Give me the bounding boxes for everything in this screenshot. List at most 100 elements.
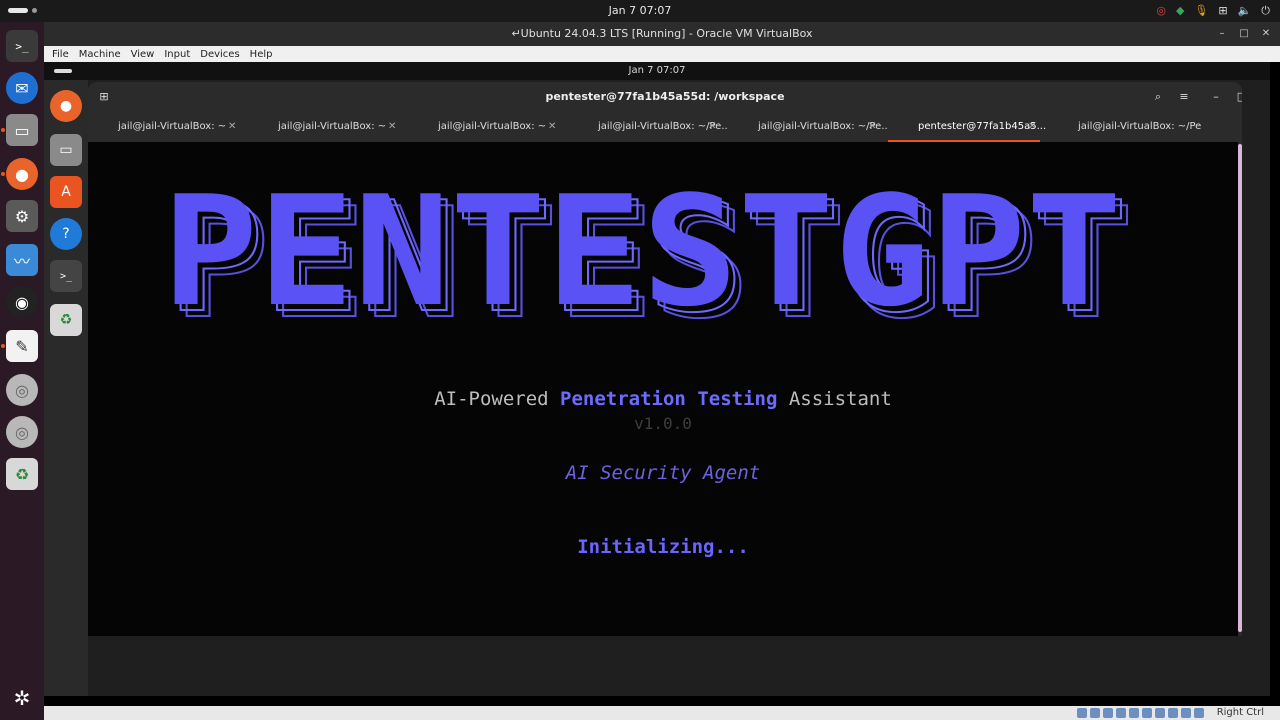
menu-devices[interactable]: Devices xyxy=(200,49,239,60)
terminal-icon[interactable]: >_ xyxy=(6,30,38,62)
files-icon[interactable]: ▭ xyxy=(50,134,82,166)
ubuntu-logo-icon[interactable]: ✲ xyxy=(6,682,38,714)
shared-folder-icon[interactable] xyxy=(1142,708,1152,718)
terminal-icon[interactable]: >_ xyxy=(50,260,82,292)
power-icon[interactable]: ⏻ xyxy=(1261,3,1270,19)
search-icon[interactable]: ⌕ xyxy=(1148,88,1168,106)
network-icon[interactable] xyxy=(1116,708,1126,718)
volume-icon[interactable]: 🔈 xyxy=(1238,3,1252,19)
disc-icon[interactable]: ◎ xyxy=(6,374,38,406)
hdd-icon[interactable] xyxy=(1077,708,1087,718)
terminal-tab[interactable]: jail@jail-VirtualBox: ~ ✕ xyxy=(88,112,248,142)
device-status-icons xyxy=(1077,708,1204,718)
firefox-icon[interactable]: ● xyxy=(50,90,82,122)
minimize-icon[interactable]: – xyxy=(1206,88,1226,106)
display-icon[interactable] xyxy=(1155,708,1165,718)
tagline-highlight-testing: Testing xyxy=(697,388,778,410)
close-tab-icon[interactable]: ✕ xyxy=(388,112,396,142)
terminal-tab[interactable]: jail@jail-VirtualBox: ~/Pe... xyxy=(1048,112,1202,142)
cpu-icon[interactable] xyxy=(1181,708,1191,718)
tab-label: jail@jail-VirtualBox: ~/Pe... xyxy=(1078,121,1202,132)
files-icon[interactable]: ▭ xyxy=(6,114,38,146)
host-top-bar: Jan 7 07:07 ◎ ◆ 🎙 ⊞ 🔈 ⏻ xyxy=(0,0,1280,22)
text-editor-icon[interactable]: ✎ xyxy=(6,330,38,362)
optical-drive-icon[interactable] xyxy=(1090,708,1100,718)
running-indicator xyxy=(1,344,5,348)
guest-display[interactable]: Jan 7 07:07 ● ▭ A ? >_ ♻ ⊞ pentester@77f… xyxy=(44,62,1270,696)
menu-input[interactable]: Input xyxy=(164,49,190,60)
status-text: Initializing... xyxy=(577,536,749,558)
menu-machine[interactable]: Machine xyxy=(79,49,121,60)
menu-view[interactable]: View xyxy=(131,49,155,60)
obs-icon[interactable]: ◉ xyxy=(6,286,38,318)
version-label: v1.0.0 xyxy=(634,414,692,433)
system-monitor-icon[interactable]: 〰 xyxy=(6,244,38,276)
terminal-title: pentester@77fa1b45a55d: /workspace xyxy=(545,90,785,103)
tagline-suffix: Assistant xyxy=(777,388,892,410)
pentestgpt-ascii-banner: PENTESTGPT PENTESTGPT PENTESTGPT xyxy=(152,163,1135,353)
running-indicator xyxy=(1,172,5,176)
maximize-icon[interactable]: □ xyxy=(1232,88,1242,106)
minimize-icon[interactable]: – xyxy=(1214,26,1230,42)
terminal-tab-active[interactable]: pentester@77fa1b45a5... ✕ xyxy=(888,112,1048,142)
firefox-icon[interactable]: ● xyxy=(6,158,38,190)
disc-icon[interactable]: ◎ xyxy=(6,416,38,448)
terminal-tab[interactable]: jail@jail-VirtualBox: ~/Pe... ✕ xyxy=(728,112,888,142)
agent-label: AI Security Agent xyxy=(565,462,761,484)
guest-clock[interactable]: Jan 7 07:07 xyxy=(44,65,1270,76)
terminal-headerbar: ⊞ pentester@77fa1b45a55d: /workspace ⌕ ≡… xyxy=(88,82,1242,112)
terminal-scrollbar[interactable] xyxy=(1238,142,1242,636)
tagline-highlight-penetration: Penetration xyxy=(560,388,686,410)
system-tray[interactable]: ◎ ◆ 🎙 ⊞ 🔈 ⏻ xyxy=(1156,3,1270,19)
trash-icon[interactable]: ♻ xyxy=(50,304,82,336)
terminal-window[interactable]: ⊞ pentester@77fa1b45a55d: /workspace ⌕ ≡… xyxy=(88,82,1242,636)
scrollbar-thumb[interactable] xyxy=(1238,144,1242,632)
recording-icon[interactable] xyxy=(1168,708,1178,718)
close-tab-icon[interactable]: ✕ xyxy=(1028,112,1036,142)
audio-icon[interactable] xyxy=(1103,708,1113,718)
virtualbox-titlebar: ↵Ubuntu 24.04.3 LTS [Running] - Oracle V… xyxy=(44,22,1280,46)
tab-label: jail@jail-VirtualBox: ~ xyxy=(278,121,387,132)
thunderbird-icon[interactable]: ✉ xyxy=(6,72,38,104)
host-dock: >_ ✉ ▭ ● ⚙ 〰 ◉ ✎ ◎ ◎ ♻ ✲ xyxy=(0,22,44,720)
tab-label: pentester@77fa1b45a5... xyxy=(918,121,1047,132)
network-icon[interactable]: ⊞ xyxy=(1218,3,1227,19)
window-title: ↵Ubuntu 24.04.3 LTS [Running] - Oracle V… xyxy=(511,27,813,40)
tagline-space xyxy=(686,388,697,410)
guest-dock: ● ▭ A ? >_ ♻ xyxy=(44,80,88,696)
mouse-integration-icon[interactable] xyxy=(1194,708,1204,718)
virtualbox-menubar: File Machine View Input Devices Help xyxy=(44,46,1280,62)
virtualbox-statusbar: Right Ctrl xyxy=(44,706,1280,720)
microphone-icon[interactable]: 🎙 xyxy=(1194,3,1208,19)
tagline: AI-Powered Penetration Testing Assistant xyxy=(88,388,1238,410)
trash-icon[interactable]: ♻ xyxy=(6,458,38,490)
host-clock[interactable]: Jan 7 07:07 xyxy=(0,4,1280,17)
shield-icon[interactable]: ◆ xyxy=(1176,3,1184,19)
tab-label: jail@jail-VirtualBox: ~ xyxy=(438,121,547,132)
app-center-icon[interactable]: A xyxy=(50,176,82,208)
chrome-remote-icon[interactable]: ◎ xyxy=(1156,3,1166,19)
guest-top-bar: Jan 7 07:07 xyxy=(44,62,1270,80)
terminal-tab[interactable]: jail@jail-VirtualBox: ~ ✕ xyxy=(248,112,408,142)
menu-help[interactable]: Help xyxy=(250,49,273,60)
settings-icon[interactable]: ⚙ xyxy=(6,200,38,232)
help-icon[interactable]: ? xyxy=(50,218,82,250)
terminal-tab[interactable]: jail@jail-VirtualBox: ~/Pe... ✕ xyxy=(568,112,728,142)
close-tab-icon[interactable]: ✕ xyxy=(228,112,236,142)
host-key-label: Right Ctrl xyxy=(1216,707,1264,718)
running-indicator xyxy=(1,128,5,132)
close-icon[interactable]: ✕ xyxy=(1258,26,1274,42)
menu-file[interactable]: File xyxy=(52,49,69,60)
hamburger-menu-icon[interactable]: ≡ xyxy=(1174,88,1194,106)
banner-graphic: PENTESTGPT PENTESTGPT PENTESTGPT xyxy=(162,163,1135,353)
terminal-tab[interactable]: jail@jail-VirtualBox: ~ ✕ xyxy=(408,112,568,142)
close-tab-icon[interactable]: ✕ xyxy=(868,112,876,142)
tagline-prefix: AI-Powered xyxy=(434,388,561,410)
tab-label: jail@jail-VirtualBox: ~ xyxy=(118,121,227,132)
maximize-icon[interactable]: □ xyxy=(1236,26,1252,42)
terminal-output[interactable]: PENTESTGPT PENTESTGPT PENTESTGPT AI-Powe… xyxy=(88,142,1238,636)
close-tab-icon[interactable]: ✕ xyxy=(548,112,556,142)
banner-text: PENTESTGPT xyxy=(162,186,1122,336)
usb-icon[interactable] xyxy=(1129,708,1139,718)
close-tab-icon[interactable]: ✕ xyxy=(708,112,716,142)
